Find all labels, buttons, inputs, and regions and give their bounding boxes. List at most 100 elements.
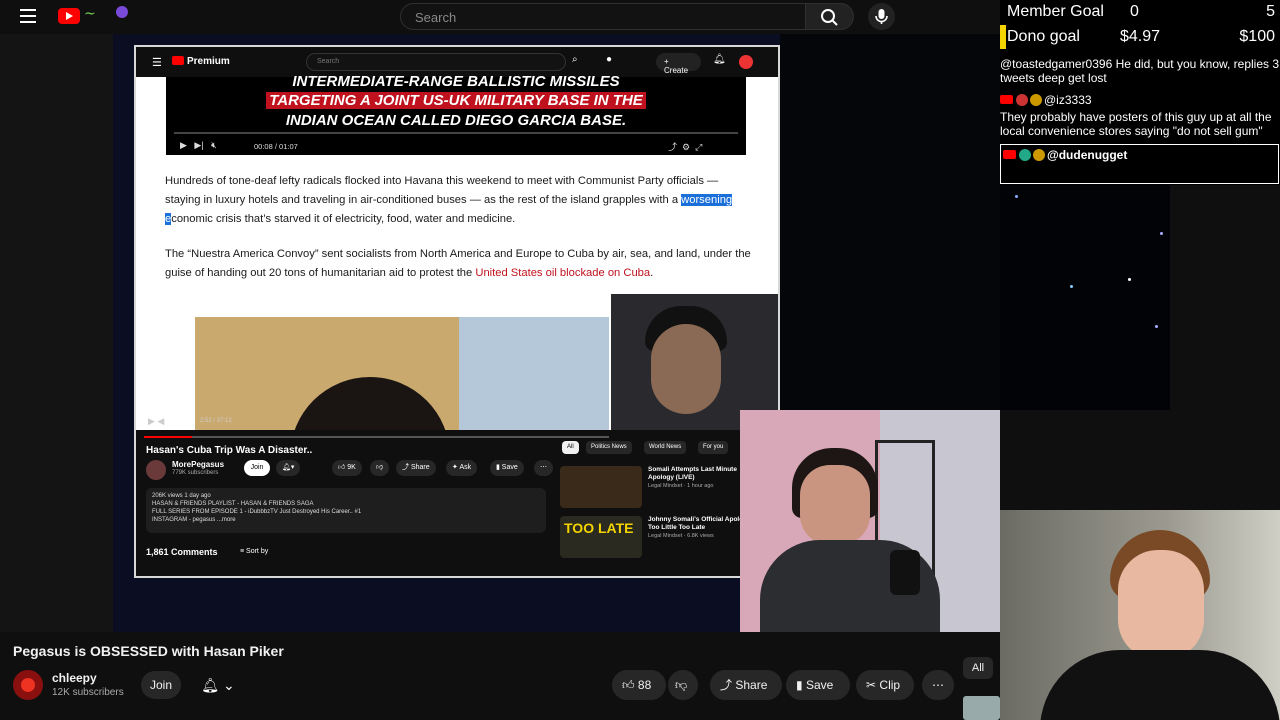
scissors-icon: ✂ [866,678,877,692]
banner-line-3: INDIAN OCEAN CALLED DIEGO GARCIA BASE. [285,112,627,129]
channel-avatar[interactable] [13,670,43,700]
like-button[interactable]: 👍︎ 88 [612,670,666,700]
yt-share-label: Share [410,464,430,471]
recommended-thumbnail[interactable] [963,696,1000,720]
yt-play-icon[interactable]: ▶ ◀ [148,416,164,427]
menu-icon[interactable] [20,9,36,23]
chip-all[interactable]: All [562,441,579,454]
bell-icon[interactable]: 🔔︎ [713,54,726,65]
create-button[interactable]: + Create [656,53,701,75]
yt-sort-label: Sort by [246,548,269,555]
search-button[interactable] [806,3,854,30]
save-button[interactable]: ▮ Save [786,670,850,700]
yt-desc-more[interactable]: ...more [217,517,236,523]
background-dark [780,34,1000,410]
chip-for-you[interactable]: For you [698,441,729,454]
chat-text: @toastedgamer0396 He did, but you know, … [1000,57,1280,85]
reactor-facecam [1000,510,1280,720]
search-input[interactable]: Search [400,3,806,30]
yt-video-title: Hasan's Cuba Trip Was A Disaster.. [146,445,313,456]
chat-message: @toastedgamer0396 He did, but you know, … [1000,57,1280,85]
channel-subscribers: 12K subscribers [52,687,124,698]
article-paragraph-2: The “Nuestra America Convoy” sent social… [165,245,755,283]
article-p1-text-rest: conomic crisis that’s starved it of elec… [171,213,516,225]
embedded-progress[interactable] [174,132,738,134]
yt-share-button[interactable]: ⤴ Share [396,460,436,476]
yt-desc-line: HASAN & FRIENDS PLAYLIST - HASAN & FRIEN… [152,501,314,507]
article-p2-text: The “Nuestra America Convoy” sent social… [165,248,751,279]
yt-ask-button[interactable]: ✦ Ask [446,460,478,476]
yt-channel-avatar[interactable] [146,460,166,480]
inner-avatar[interactable] [739,55,753,69]
star [1160,232,1163,235]
blockade-link[interactable]: United States oil blockade on Cuba [475,267,650,279]
chat-highlight-box [1000,144,1279,184]
like-count: 88 [637,678,652,692]
banner-line-2-text: TARGETING A JOINT US-UK MILITARY BASE IN… [266,92,646,109]
member-goal-target: 5 [1266,3,1275,20]
article-p1-text: Hundreds of tone-deaf lefty radicals flo… [165,175,719,206]
dono-goal-target: $100 [1239,28,1275,45]
chip-politics-news[interactable]: Politics News [586,441,632,454]
yt-join-button[interactable]: Join [244,460,270,476]
member-goal-current: 0 [1130,3,1139,20]
top-bar: ~ Search [0,0,1000,34]
yt-progress-bar[interactable] [144,436,609,438]
dislike-button[interactable]: 👎︎ [668,670,698,700]
chat-username: @iz3333 [1044,93,1092,107]
inner-menu-icon[interactable]: ☰ [152,56,162,69]
yt-description[interactable]: 206K views 1 day ago HASAN & FRIENDS PLA… [146,488,546,533]
yt-time: 2:52 / 37:12 [200,418,232,424]
yt-like-count: 9K [347,464,356,471]
yt-desc-views: 206K views 1 day ago [152,493,211,499]
inner-search-icon[interactable]: ⌕ [572,54,578,65]
member-goal-row: Member Goal 0 5 [1007,3,1275,27]
channel-logo[interactable]: ~ [84,6,128,26]
clip-button[interactable]: ✂ Clip [856,670,914,700]
star [1015,195,1018,198]
share-button[interactable]: ⤴ Share [710,670,782,700]
thumbs-down-icon: 👎︎ [675,678,688,692]
thumbs-up-icon: 👍︎ [622,678,635,692]
yt-channel-name[interactable]: MorePegasus [172,460,224,469]
embedded-time: 00:08 / 01:07 [254,142,298,151]
chip-all[interactable]: All [963,657,993,679]
article-paragraph-1: Hundreds of tone-deaf lefty radicals flo… [165,172,755,229]
dono-goal-label: Dono goal [1007,28,1080,45]
inner-search-input[interactable]: Search [306,53,566,71]
more-actions-button[interactable]: ⋯ [922,670,954,700]
save-label: Save [805,678,834,692]
yt-desc-line: FULL SERIES FROM EPISODE 1 - iDubbbzTV J… [152,509,362,515]
notification-bell-button[interactable]: 🔔︎ ⌄ [192,671,244,699]
youtube-logo[interactable] [58,8,80,24]
yt-more-button[interactable]: ⋯ [534,460,553,476]
yt-dislike-button[interactable]: 👎︎ [370,460,390,476]
yt-bell-button[interactable]: 🔔︎▾ [276,460,301,476]
side-shadow [0,34,113,632]
join-button[interactable]: Join [141,671,181,699]
chip-world-news[interactable]: World News [644,441,687,454]
article-photo [195,317,609,467]
yt-sort-button[interactable]: ≡ Sort by [240,548,268,555]
share-settings-fullscreen-icons[interactable]: ⤴ ⚙ ⤢ [668,140,702,153]
recommended-video[interactable]: TOO LATE Johnny Somali's Official Apolog… [560,516,760,558]
youtube-watch-panel: ▶ ◀ 2:52 / 37:12 Hasan's Cuba Trip Was A… [136,416,778,576]
channel-name[interactable]: chleepy [52,671,97,685]
inner-youtube-logo[interactable]: Premium [172,56,230,67]
youtube-badge-icon [1000,95,1013,104]
yt-save-button[interactable]: ▮ Save [490,460,524,476]
inner-mic-icon[interactable]: ● [606,54,612,65]
embedded-video[interactable]: INTERMEDIATE-RANGE BALLISTIC MISSILES TA… [166,73,746,155]
voice-search-button[interactable] [868,3,895,30]
play-icon[interactable]: ▶ ▶| 🔇︎ [180,140,217,151]
mic-icon [875,9,888,24]
chat-text: They probably have posters of this guy u… [1000,110,1272,138]
search-icon [821,9,838,26]
more-icon: ⋯ [932,678,944,692]
sub-badge-icon [1030,94,1042,106]
recommended-video[interactable]: Somali Attempts Last Minute Apology (LIV… [560,466,760,508]
clip-label: Clip [879,678,901,692]
dono-progress-bar [1000,25,1006,49]
yt-like-button[interactable]: 👍︎ 9K [332,460,362,476]
premium-label: Premium [187,56,230,67]
